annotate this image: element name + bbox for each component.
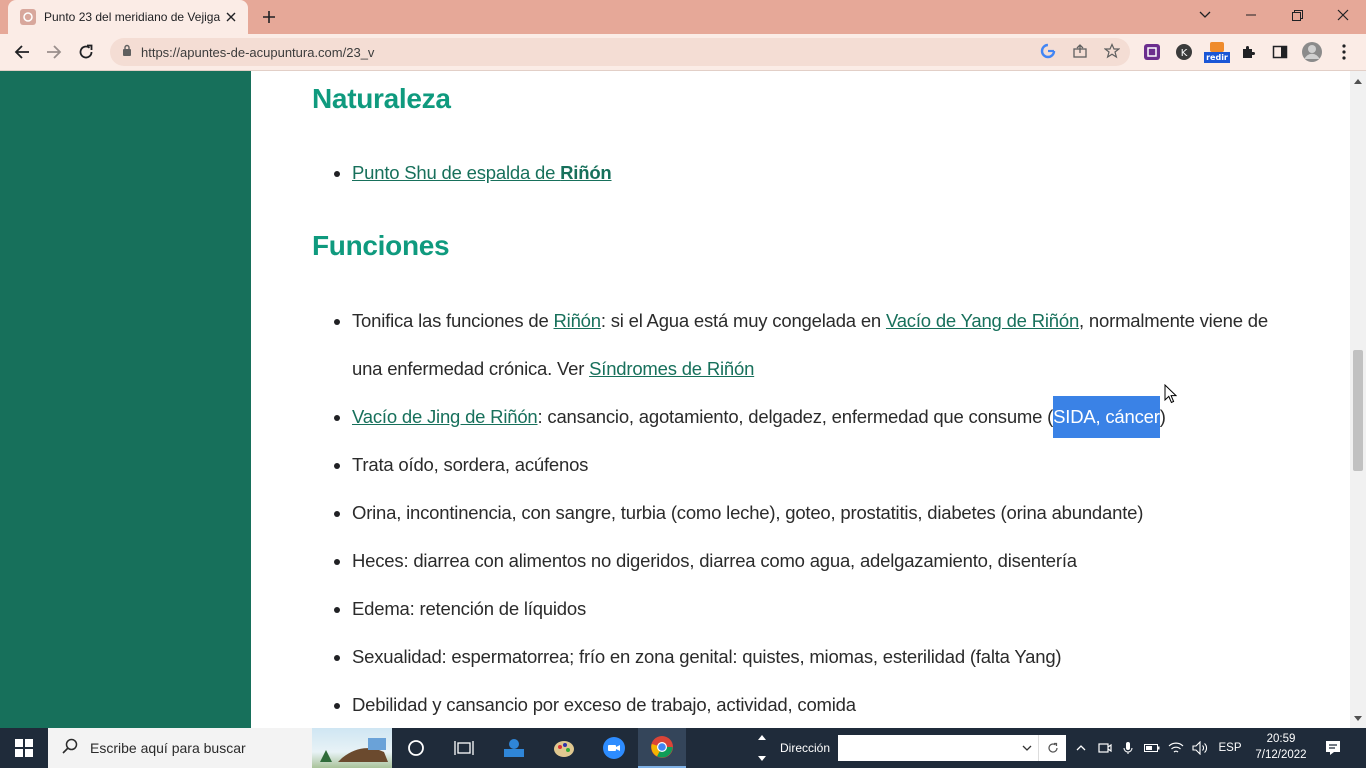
list-item: Tonifica las funciones de Riñón: si el A… bbox=[352, 310, 1268, 331]
close-tab-icon[interactable] bbox=[222, 8, 240, 26]
address-toolbar: Dirección bbox=[770, 728, 1070, 768]
address-toolbar-input[interactable] bbox=[838, 735, 1038, 761]
meet-now-icon[interactable] bbox=[1094, 728, 1116, 768]
reload-button[interactable] bbox=[72, 38, 100, 66]
bookmark-star-icon[interactable] bbox=[1101, 40, 1123, 62]
start-button[interactable] bbox=[0, 728, 48, 768]
zoom-app-icon[interactable] bbox=[590, 728, 638, 768]
chrome-app-icon[interactable] bbox=[638, 728, 686, 768]
battery-icon[interactable] bbox=[1141, 728, 1163, 768]
left-sidebar bbox=[0, 71, 251, 728]
scroll-up-arrow-icon[interactable] bbox=[1350, 73, 1366, 89]
minimize-button[interactable] bbox=[1228, 0, 1274, 30]
paint-app-icon[interactable] bbox=[540, 728, 588, 768]
list-item: Punto Shu de espalda de Riñón bbox=[352, 162, 612, 184]
google-icon[interactable] bbox=[1037, 40, 1059, 62]
system-clock[interactable]: 20:59 7/12/2022 bbox=[1246, 731, 1316, 763]
link-shu-point[interactable]: Punto Shu de espalda de Riñón bbox=[352, 162, 612, 183]
section-heading-naturaleza: Naturaleza bbox=[312, 83, 451, 114]
scroll-down-arrow-icon[interactable] bbox=[1350, 710, 1366, 726]
microphone-icon[interactable] bbox=[1117, 728, 1139, 768]
scroll-thumb[interactable] bbox=[1353, 350, 1363, 471]
extension-k-icon[interactable]: K bbox=[1172, 40, 1196, 64]
article-content: Naturaleza Punto Shu de espalda de Riñón… bbox=[251, 71, 1350, 728]
taskbar-search-box[interactable]: Escribe aquí para buscar bbox=[48, 728, 392, 768]
list-bullet bbox=[334, 655, 340, 661]
new-tab-button[interactable] bbox=[256, 5, 282, 29]
url-text: https://apuntes-de-acupuntura.com/23_v bbox=[141, 44, 375, 60]
list-item: Vacío de Jing de Riñón: cansancio, agota… bbox=[352, 396, 1166, 438]
list-item: Edema: retención de líquidos bbox=[352, 598, 587, 619]
link-rinon[interactable]: Riñón bbox=[554, 310, 602, 331]
browser-tab[interactable]: Punto 23 del meridiano de Vejiga bbox=[8, 0, 248, 34]
volume-icon[interactable] bbox=[1189, 728, 1211, 768]
side-panel-icon[interactable] bbox=[1268, 40, 1292, 64]
browser-toolbar: https://apuntes-de-acupuntura.com/23_v K… bbox=[0, 34, 1366, 71]
wifi-icon[interactable] bbox=[1165, 728, 1187, 768]
selected-text: SIDA, cáncer bbox=[1053, 396, 1160, 438]
dropdown-chevron-icon[interactable] bbox=[1022, 745, 1032, 751]
restore-button[interactable] bbox=[1274, 0, 1320, 30]
list-item-continuation: una enfermedad crónica. Ver Síndromes de… bbox=[352, 358, 755, 379]
link-vacio-jing-rinon[interactable]: Vacío de Jing de Riñón bbox=[352, 406, 538, 427]
tab-title: Punto 23 del meridiano de Vejiga bbox=[44, 10, 221, 24]
address-toolbar-label: Dirección bbox=[780, 741, 831, 755]
list-bullet bbox=[334, 703, 340, 709]
profile-avatar[interactable] bbox=[1300, 40, 1324, 64]
show-hidden-icons-chevron-icon[interactable] bbox=[1070, 728, 1092, 768]
list-bullet bbox=[334, 607, 340, 613]
list-item: Orina, incontinencia, con sangre, turbia… bbox=[352, 502, 1144, 523]
tab-search-icon[interactable] bbox=[1182, 0, 1228, 30]
task-view-icon[interactable] bbox=[440, 728, 488, 768]
language-indicator[interactable]: ESP bbox=[1214, 728, 1246, 768]
clock-time: 20:59 bbox=[1266, 733, 1296, 745]
list-item: Sexualidad: espermatorrea; frío en zona … bbox=[352, 646, 1062, 667]
cortana-icon[interactable] bbox=[392, 728, 440, 768]
lock-icon[interactable] bbox=[122, 43, 132, 61]
redirect-badge: redir bbox=[1204, 52, 1230, 63]
search-highlight-illustration-icon bbox=[312, 728, 392, 768]
svg-text:K: K bbox=[1181, 48, 1188, 59]
list-item: Debilidad y cansancio por exceso de trab… bbox=[352, 694, 856, 715]
windows-taskbar: Escribe aquí para buscar Dirección ESP 2… bbox=[0, 728, 1366, 768]
link-vacio-yang-rinon[interactable]: Vacío de Yang de Riñón bbox=[886, 310, 1079, 331]
list-item: Heces: diarrea con alimentos no digerido… bbox=[352, 550, 1077, 571]
address-bar[interactable]: https://apuntes-de-acupuntura.com/23_v bbox=[110, 38, 1130, 66]
search-icon bbox=[62, 738, 78, 759]
extension-purple-icon[interactable] bbox=[1140, 40, 1164, 64]
list-bullet bbox=[334, 171, 340, 177]
share-icon[interactable] bbox=[1069, 40, 1091, 62]
list-bullet bbox=[334, 511, 340, 517]
site-favicon-icon bbox=[20, 9, 36, 25]
toolbar-scroll-arrows-icon[interactable] bbox=[752, 728, 772, 768]
mouse-cursor-icon bbox=[1164, 383, 1178, 409]
people-app-icon[interactable] bbox=[490, 728, 538, 768]
list-bullet bbox=[334, 415, 340, 421]
page-scrollbar[interactable] bbox=[1350, 71, 1366, 728]
section-heading-funciones: Funciones bbox=[312, 230, 450, 261]
list-bullet bbox=[334, 463, 340, 469]
clock-date: 7/12/2022 bbox=[1255, 749, 1307, 761]
extensions-puzzle-icon[interactable] bbox=[1236, 40, 1260, 64]
redirect-extension-icon[interactable]: redir bbox=[1203, 40, 1231, 64]
notifications-icon[interactable] bbox=[1318, 728, 1348, 768]
search-placeholder: Escribe aquí para buscar bbox=[90, 740, 246, 756]
close-window-button[interactable] bbox=[1320, 0, 1366, 30]
tab-strip: Punto 23 del meridiano de Vejiga bbox=[0, 0, 1366, 34]
menu-kebab-icon[interactable] bbox=[1332, 40, 1356, 64]
forward-button[interactable] bbox=[40, 38, 68, 66]
list-bullet bbox=[334, 559, 340, 565]
list-bullet bbox=[334, 319, 340, 325]
link-sindromes-rinon[interactable]: Síndromes de Riñón bbox=[589, 358, 754, 379]
back-button[interactable] bbox=[8, 38, 36, 66]
list-item: Trata oído, sordera, acúfenos bbox=[352, 454, 589, 475]
address-go-icon[interactable] bbox=[1038, 735, 1066, 761]
